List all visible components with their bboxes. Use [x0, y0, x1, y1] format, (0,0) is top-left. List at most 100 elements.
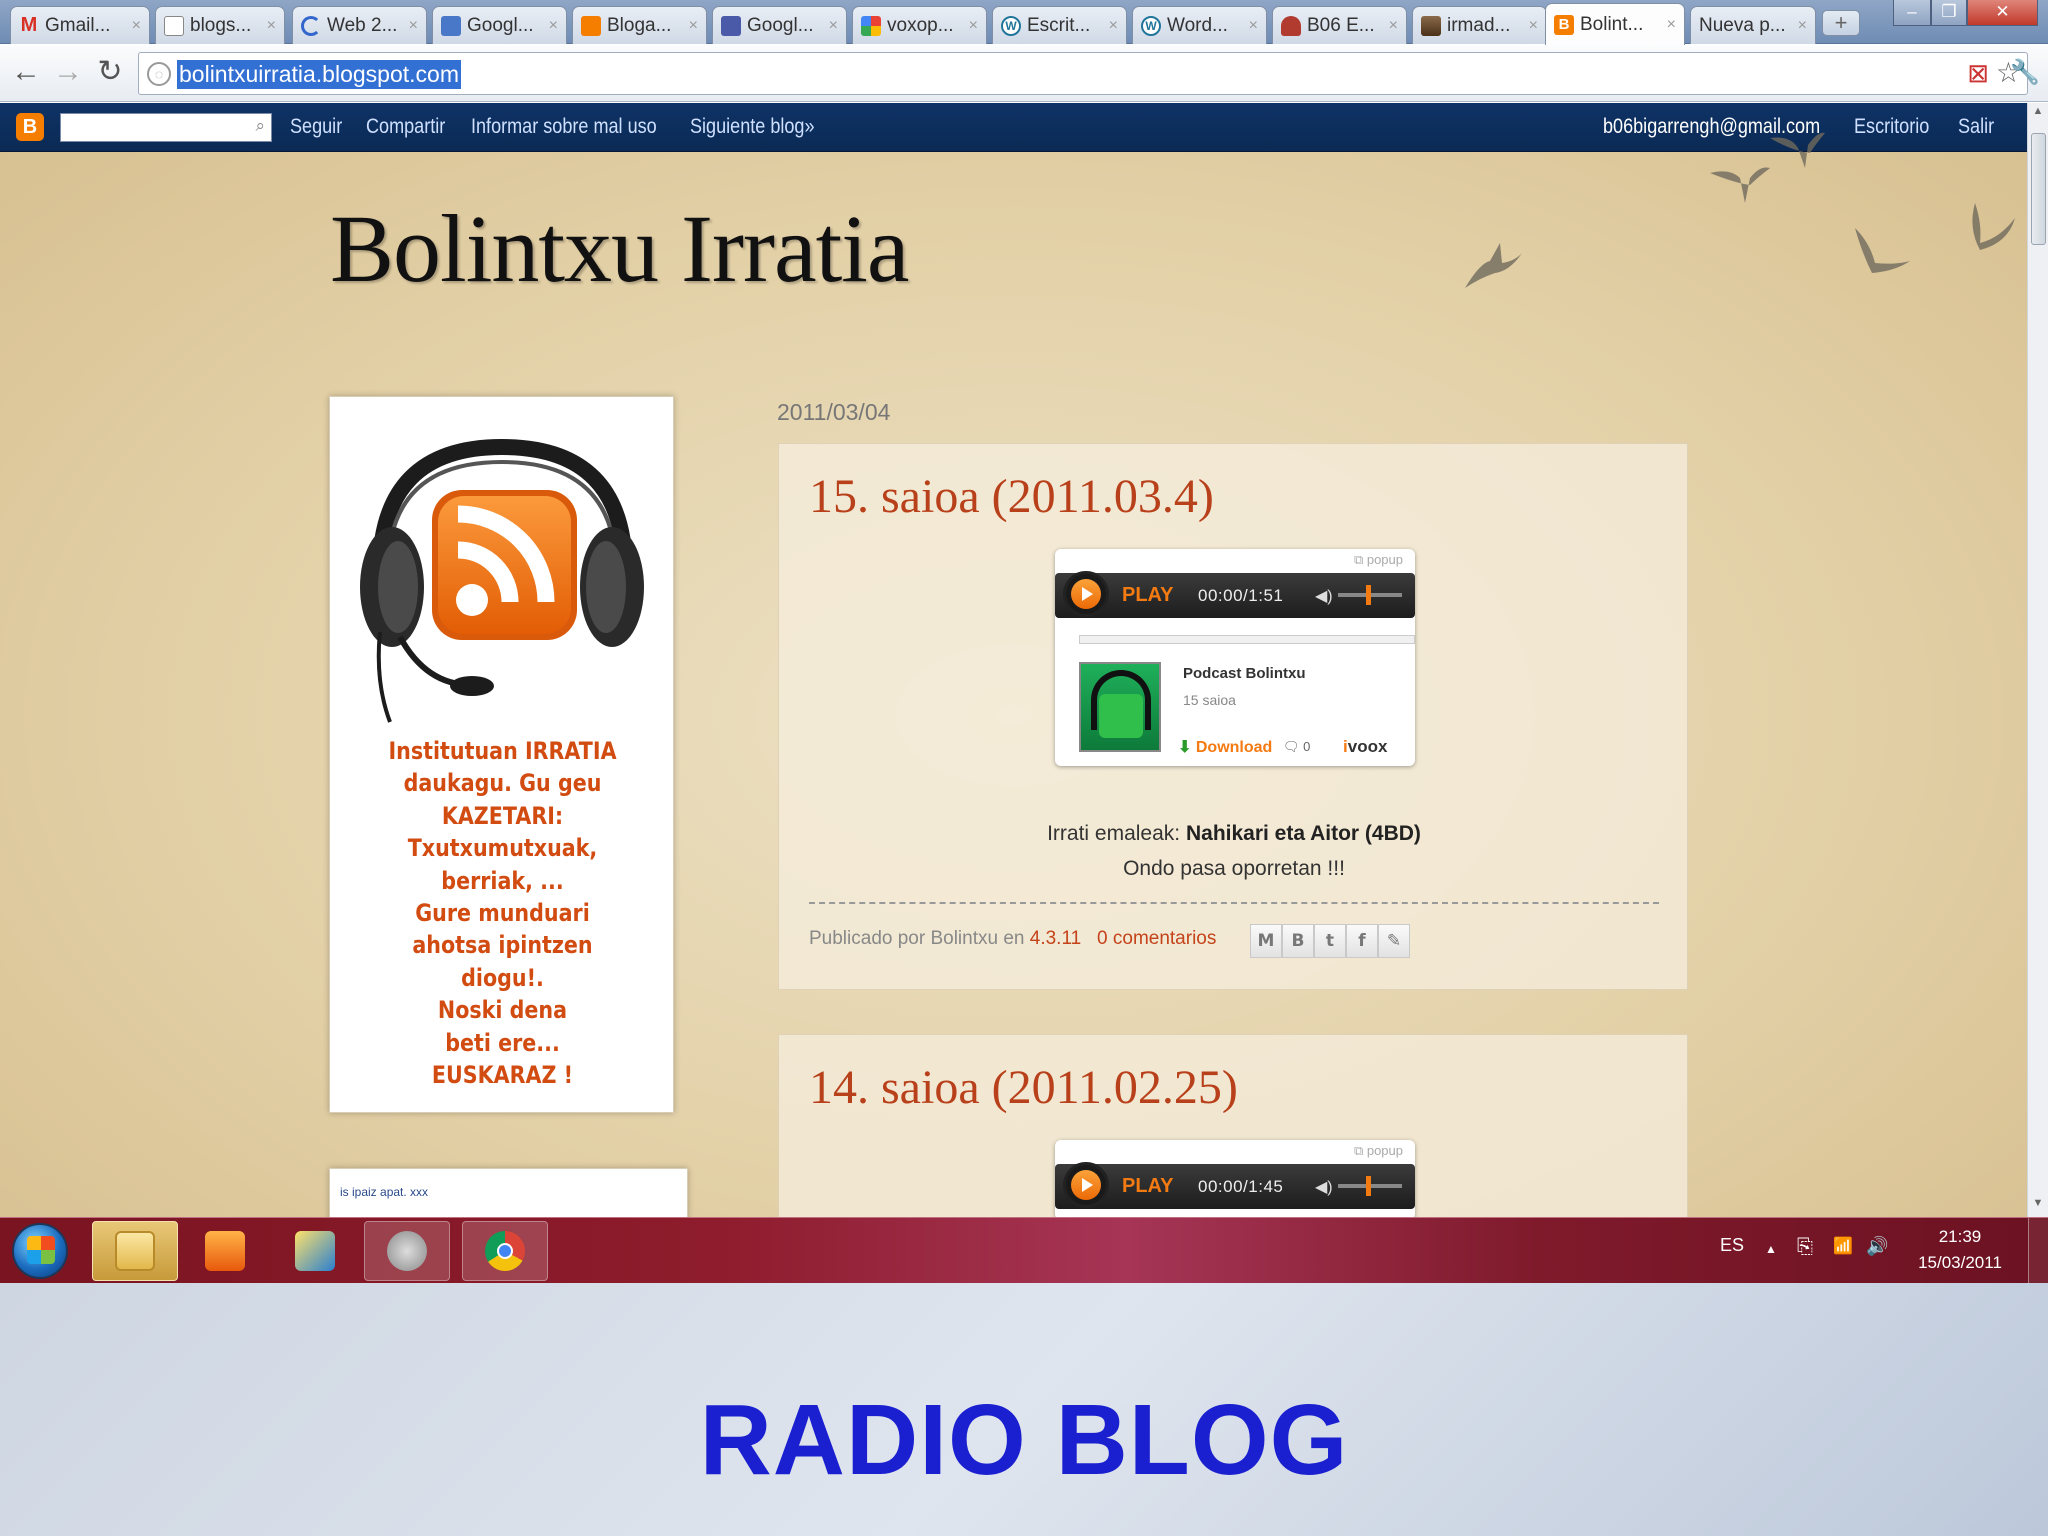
forward-button[interactable]: →	[50, 55, 86, 91]
scroll-down-icon[interactable]: ▼	[2028, 1197, 2048, 1215]
action-center-icon[interactable]: ⎘	[1797, 1236, 1813, 1259]
navbar-search-input[interactable]: ⌕	[60, 113, 272, 142]
share-link[interactable]: Compartir	[366, 115, 445, 139]
restore-button[interactable]: ❐	[1931, 0, 1967, 26]
popup-link[interactable]: ⧉ popup	[1354, 1143, 1403, 1159]
tab-label: Nueva p...	[1699, 14, 1786, 36]
follow-link[interactable]: Seguir	[290, 115, 342, 139]
tab-web2[interactable]: Web 2... ×	[292, 6, 427, 44]
twitter-share-icon[interactable]: t	[1314, 924, 1346, 958]
tab-google-sheet[interactable]: Googl... ×	[712, 6, 847, 44]
post-title[interactable]: 14. saioa (2011.02.25)	[809, 1060, 1238, 1115]
vertical-scrollbar[interactable]: ▲ ▼	[2027, 103, 2048, 1217]
tab-b06[interactable]: B06 E... ×	[1272, 6, 1407, 44]
tab-close-icon[interactable]: ×	[267, 17, 276, 35]
tab-close-icon[interactable]: ×	[969, 17, 978, 35]
buzz-share-icon[interactable]: ✎	[1378, 924, 1410, 958]
play-label[interactable]: PLAY	[1122, 1175, 1174, 1198]
network-icon[interactable]: 📶	[1833, 1236, 1853, 1256]
tab-new-page[interactable]: Nueva p... ×	[1690, 6, 1816, 44]
taskbar-explorer[interactable]	[92, 1221, 178, 1281]
comments-link[interactable]: 0 comentarios	[1097, 928, 1216, 949]
blogger-logo-icon[interactable]: B	[16, 113, 44, 141]
back-button[interactable]: ←	[8, 55, 44, 91]
email-share-icon[interactable]: M	[1250, 924, 1282, 958]
wrench-icon[interactable]: 🔧	[2010, 58, 2040, 87]
tab-close-icon[interactable]: ×	[549, 17, 558, 35]
tab-gmail[interactable]: M Gmail... ×	[10, 6, 150, 44]
volume-knob[interactable]	[1366, 585, 1371, 605]
tab-close-icon[interactable]: ×	[1529, 17, 1538, 35]
blocked-popup-icon[interactable]: ⊠	[1967, 58, 1989, 89]
show-desktop-button[interactable]	[2028, 1218, 2048, 1283]
tab-close-icon[interactable]: ×	[829, 17, 838, 35]
start-button[interactable]	[12, 1223, 68, 1279]
audio-player: ⧉ popup PLAY 00:00/1:45 ◀)	[1055, 1140, 1415, 1217]
post-timestamp-link[interactable]: 4.3.11	[1030, 928, 1081, 949]
ivoox-logo[interactable]: ivoox	[1343, 737, 1387, 757]
minimize-button[interactable]: –	[1893, 0, 1931, 26]
next-blog-link[interactable]: Siguiente blog»	[690, 115, 815, 139]
tab-close-icon[interactable]: ×	[689, 17, 698, 35]
volume-icon[interactable]: ◀)	[1315, 1177, 1333, 1197]
post-title[interactable]: 15. saioa (2011.03.4)	[809, 469, 1214, 524]
play-label[interactable]: PLAY	[1122, 584, 1174, 607]
address-bar[interactable]: ◌ bolintxuirratia.blogspot.com ⊠ ☆	[138, 52, 2028, 95]
reload-button[interactable]: ↻	[92, 55, 128, 91]
browser-toolbar: ← → ↻ ◌ bolintxuirratia.blogspot.com ⊠ ☆…	[0, 45, 2048, 102]
tab-google-docs[interactable]: Googl... ×	[432, 6, 567, 44]
volume-slider[interactable]	[1338, 1176, 1402, 1196]
podcast-thumbnail[interactable]	[1079, 662, 1161, 752]
tab-close-icon[interactable]: ×	[1109, 17, 1118, 35]
tab-close-icon[interactable]: ×	[1667, 16, 1676, 34]
blogger-share-icon[interactable]: B	[1282, 924, 1314, 958]
tab-blogs[interactable]: blogs... ×	[155, 6, 285, 44]
tab-blogger-dashboard[interactable]: Bloga... ×	[572, 6, 707, 44]
comment-count[interactable]: 🗨 0	[1283, 739, 1310, 755]
google-icon	[861, 15, 881, 36]
tab-close-icon[interactable]: ×	[1798, 17, 1807, 35]
tab-bolintxu-active[interactable]: B Bolint... ×	[1545, 3, 1685, 45]
search-icon[interactable]: ⌕	[255, 116, 265, 136]
tab-close-icon[interactable]: ×	[1389, 17, 1398, 35]
new-tab-button[interactable]: +	[1822, 10, 1860, 36]
taskbar-clock[interactable]: 21:39 15/03/2011	[1900, 1224, 2020, 1276]
facebook-share-icon[interactable]: f	[1346, 924, 1378, 958]
tab-escritorio-wordpress[interactable]: W Escrit... ×	[992, 6, 1127, 44]
taskbar-camera[interactable]	[364, 1221, 450, 1281]
blog-title[interactable]: Bolintxu Irratia	[330, 193, 910, 304]
scroll-up-icon[interactable]: ▲	[2028, 105, 2048, 123]
tab-voxopop[interactable]: voxop... ×	[852, 6, 987, 44]
podcast-name[interactable]: Podcast Bolintxu	[1183, 665, 1306, 682]
tab-close-icon[interactable]: ×	[409, 17, 418, 35]
tab-wordpress[interactable]: W Word... ×	[1132, 6, 1267, 44]
url-text[interactable]: bolintxuirratia.blogspot.com	[177, 60, 461, 89]
blogger-icon	[581, 15, 601, 36]
volume-knob[interactable]	[1366, 1176, 1371, 1196]
play-button[interactable]	[1063, 571, 1109, 617]
play-button[interactable]	[1063, 1162, 1109, 1208]
bird-icon	[1972, 203, 2015, 250]
volume-icon[interactable]: 🔊	[1866, 1236, 1888, 1257]
taskbar-media-player[interactable]	[182, 1221, 268, 1281]
download-link[interactable]: ⬇ Download	[1178, 737, 1272, 757]
tab-close-icon[interactable]: ×	[132, 17, 141, 35]
dashboard-link[interactable]: Escritorio	[1854, 115, 1929, 139]
scrollbar-thumb[interactable]	[2031, 133, 2046, 245]
sidebar-widget-2-text: is ipaiz apat. xxx	[340, 1185, 429, 1199]
tab-close-icon[interactable]: ×	[1249, 17, 1258, 35]
language-indicator[interactable]: ES	[1720, 1235, 1744, 1256]
show-hidden-icons-icon[interactable]: ▲	[1765, 1242, 1777, 1256]
volume-slider[interactable]	[1338, 585, 1402, 605]
close-window-button[interactable]: ✕	[1967, 0, 2038, 26]
page-icon	[164, 15, 184, 36]
taskbar-paint[interactable]	[272, 1221, 358, 1281]
popup-link[interactable]: ⧉ popup	[1354, 552, 1403, 568]
volume-icon[interactable]: ◀)	[1315, 586, 1333, 606]
sidebar-line: Institutuan IRRATIA	[388, 737, 617, 765]
progress-bar[interactable]	[1079, 635, 1415, 644]
logout-link[interactable]: Salir	[1958, 115, 1994, 139]
report-abuse-link[interactable]: Informar sobre mal uso	[471, 115, 657, 139]
tab-irmad[interactable]: irmad... ×	[1412, 6, 1547, 44]
taskbar-chrome[interactable]	[462, 1221, 548, 1281]
